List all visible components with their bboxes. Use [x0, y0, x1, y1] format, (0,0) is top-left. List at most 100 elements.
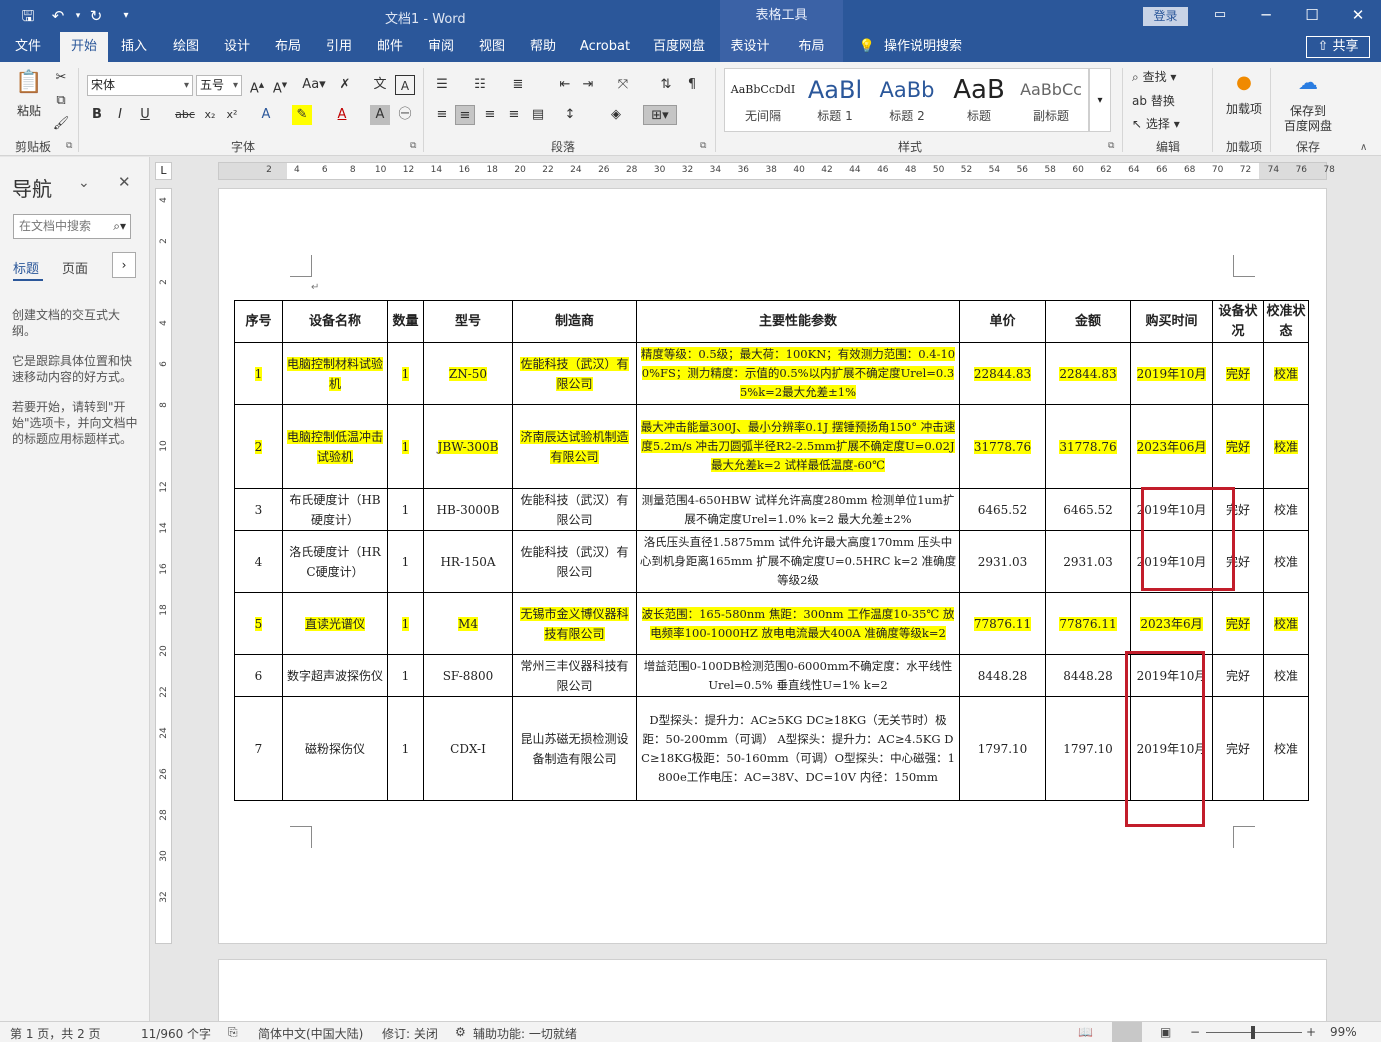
cell-price[interactable]: 6465.52 — [959, 488, 1046, 531]
justify-icon[interactable]: ≡ — [504, 105, 524, 125]
font-launcher-icon[interactable]: ⧉ — [410, 141, 416, 151]
header-date[interactable]: 购买时间 — [1130, 300, 1213, 343]
redo-icon[interactable]: ↻ — [86, 6, 106, 26]
accessibility-icon[interactable]: ⚙ — [455, 1025, 466, 1039]
cell-price[interactable]: 2931.03 — [959, 530, 1046, 593]
cell-qty[interactable]: 1 — [387, 696, 424, 801]
nav-tab-pages[interactable]: 页面 — [62, 258, 88, 277]
cell-params[interactable]: 测量范围4-650HBW 试样允许高度280mm 检测单位1um扩展不确定度Ur… — [636, 488, 960, 531]
header-maker[interactable]: 制造商 — [512, 300, 637, 343]
line-spacing-icon[interactable]: ↕ — [560, 105, 580, 125]
borders-icon[interactable]: ⊞▾ — [643, 105, 677, 125]
style-heading-1[interactable]: AaBl 标题 1 — [799, 71, 871, 129]
header-index[interactable]: 序号 — [234, 300, 283, 343]
cell-qty[interactable]: 1 — [387, 592, 424, 655]
cell-condition[interactable]: 完好 — [1212, 592, 1264, 655]
cell-name[interactable]: 电脑控制材料试验机 — [282, 342, 388, 405]
maximize-icon[interactable]: ☐ — [1289, 0, 1335, 32]
cell-model[interactable]: ZN-50 — [423, 342, 513, 405]
cell-model[interactable]: CDX-I — [423, 696, 513, 801]
cell-amount[interactable]: 22844.83 — [1045, 342, 1131, 405]
document-page-2[interactable] — [218, 959, 1327, 1023]
cell-maker[interactable]: 常州三丰仪器科技有限公司 — [512, 654, 637, 697]
track-changes-status[interactable]: 修订: 关闭 — [382, 1025, 438, 1042]
header-name[interactable]: 设备名称 — [282, 300, 388, 343]
cell-params[interactable]: 增益范围0-100DB检测范围0-6000mm不确定度：水平线性Urel=0.5… — [636, 654, 960, 697]
cell-calibration[interactable]: 校准 — [1263, 592, 1309, 655]
cell-name[interactable]: 磁粉探伤仪 — [282, 696, 388, 801]
increase-indent-icon[interactable]: ⇥ — [578, 75, 598, 95]
cell-condition[interactable]: 完好 — [1212, 342, 1264, 405]
cell-name[interactable]: 数字超声波探伤仪 — [282, 654, 388, 697]
align-center-icon[interactable]: ≡ — [455, 105, 475, 125]
cell-qty[interactable]: 1 — [387, 342, 424, 405]
header-condition[interactable]: 设备状况 — [1212, 300, 1264, 343]
cell-name[interactable]: 电脑控制低温冲击试验机 — [282, 404, 388, 489]
cell-date[interactable]: 2023年06月 — [1130, 404, 1213, 489]
strikethrough-icon[interactable]: abc — [175, 105, 195, 125]
cell-maker[interactable]: 无锡市金义博仪器科技有限公司 — [512, 592, 637, 655]
cell-index[interactable]: 2 — [234, 404, 283, 489]
cell-condition[interactable]: 完好 — [1212, 404, 1264, 489]
chinese-layout-icon[interactable]: ⤧ — [613, 75, 633, 95]
phonetic-guide-icon[interactable]: 文 — [370, 75, 390, 95]
cell-condition[interactable]: 完好 — [1212, 696, 1264, 801]
subscript-icon[interactable]: x₂ — [200, 105, 220, 125]
grow-font-icon[interactable]: A▲ — [247, 75, 267, 96]
cell-calibration[interactable]: 校准 — [1263, 696, 1309, 801]
cell-calibration[interactable]: 校准 — [1263, 404, 1309, 489]
text-effects-icon[interactable]: A — [256, 105, 276, 125]
tab-draw[interactable]: 绘图 — [166, 32, 206, 62]
cell-date[interactable]: 2019年10月 — [1130, 342, 1213, 405]
cell-calibration[interactable]: 校准 — [1263, 530, 1309, 593]
style-title[interactable]: AaB 标题 — [943, 71, 1015, 129]
cell-model[interactable]: HB-3000B — [423, 488, 513, 531]
font-color-icon[interactable]: A — [332, 105, 352, 125]
cell-qty[interactable]: 1 — [387, 404, 424, 489]
header-amount[interactable]: 金额 — [1045, 300, 1131, 343]
tab-table-design[interactable]: 表设计 — [720, 32, 780, 62]
enclose-characters-icon[interactable]: ㊀ — [395, 105, 415, 125]
cell-condition[interactable]: 完好 — [1212, 654, 1264, 697]
cell-maker[interactable]: 佐能科技（武汉）有限公司 — [512, 488, 637, 531]
cell-amount[interactable]: 2931.03 — [1045, 530, 1131, 593]
vertical-ruler[interactable]: 4 2 2 4 6 8 10 12 14 16 18 20 22 24 26 28 30 32 — [155, 188, 172, 944]
tab-insert[interactable]: 插入 — [114, 32, 154, 62]
tab-design[interactable]: 设计 — [217, 32, 257, 62]
shading-icon[interactable]: ◈ — [606, 105, 626, 125]
cell-model[interactable]: HR-150A — [423, 530, 513, 593]
cell-calibration[interactable]: 校准 — [1263, 342, 1309, 405]
customize-quick-access-icon[interactable]: ▾ — [116, 6, 136, 26]
bullets-icon[interactable]: ☰ — [432, 75, 452, 95]
zoom-slider-thumb[interactable] — [1251, 1026, 1255, 1039]
tab-help[interactable]: 帮助 — [523, 32, 563, 62]
paragraph-launcher-icon[interactable]: ⧉ — [700, 141, 706, 151]
tab-file[interactable]: 文件 — [8, 32, 48, 62]
tab-mailings[interactable]: 邮件 — [370, 32, 410, 62]
accessibility-status[interactable]: 辅助功能: 一切就绪 — [473, 1025, 577, 1042]
select-button[interactable]: ↖ 选择 ▾ — [1132, 115, 1180, 132]
show-marks-icon[interactable]: ¶ — [682, 75, 702, 95]
cell-maker[interactable]: 佐能科技（武汉）有限公司 — [512, 342, 637, 405]
cell-qty[interactable]: 1 — [387, 488, 424, 531]
cell-calibration[interactable]: 校准 — [1263, 654, 1309, 697]
cell-index[interactable]: 7 — [234, 696, 283, 801]
font-name-select[interactable]: 宋体 — [87, 75, 193, 96]
header-price[interactable]: 单价 — [959, 300, 1046, 343]
italic-icon[interactable]: I — [110, 105, 130, 125]
cell-maker[interactable]: 佐能科技（武汉）有限公司 — [512, 530, 637, 593]
format-painter-icon[interactable]: 🖌 — [51, 114, 71, 134]
nav-close-icon[interactable]: ✕ — [118, 173, 131, 191]
underline-icon[interactable]: U — [135, 105, 155, 125]
search-icon[interactable]: ⌕▾ — [113, 215, 126, 238]
clear-formatting-icon[interactable]: ✗ — [335, 75, 355, 95]
save-icon[interactable]: 🖫 — [18, 6, 38, 26]
cell-qty[interactable]: 1 — [387, 530, 424, 593]
nav-options-icon[interactable]: ⌄ — [78, 175, 90, 191]
share-button[interactable]: ⇧ 共享 — [1306, 36, 1370, 58]
align-left-icon[interactable]: ≡ — [432, 105, 452, 125]
cell-name[interactable]: 直读光谱仪 — [282, 592, 388, 655]
header-qty[interactable]: 数量 — [387, 300, 424, 343]
cell-params[interactable]: 波长范围：165-580nm 焦距：300nm 工作温度10-35℃ 放电频率1… — [636, 592, 960, 655]
paste-button[interactable]: 粘贴 — [10, 102, 48, 119]
